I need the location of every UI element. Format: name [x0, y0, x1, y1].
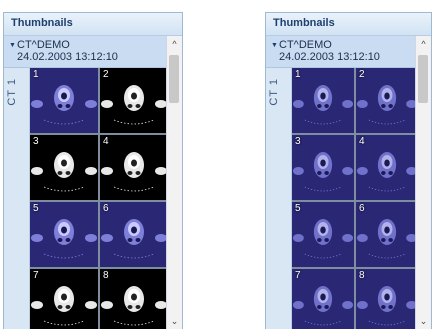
thumbnail-number: 1	[33, 69, 39, 80]
thumbnail-number: 5	[295, 203, 301, 214]
study-datetime: 24.02.2003 13:12:10	[279, 51, 380, 63]
series-label: CT 1	[268, 78, 280, 106]
thumbnails-panel-left: Thumbnails ▼ CT^DEMO 24.02.2003 13:12:10…	[3, 12, 183, 329]
scrollbar-thumb[interactable]	[418, 55, 428, 103]
thumbnail[interactable]: 1	[30, 68, 98, 133]
panel-title-bar: Thumbnails	[4, 13, 182, 36]
study-header[interactable]: ▼ CT^DEMO 24.02.2003 13:12:10	[266, 36, 417, 68]
collapse-arrow-icon[interactable]: ▼	[271, 42, 278, 49]
series-label: CT 1	[6, 78, 18, 106]
panel-title: Thumbnails	[273, 17, 335, 29]
thumbnail-grid: 1 2 3 4 5 6 7 8	[292, 68, 418, 329]
series-strip[interactable]: CT 1	[4, 68, 30, 329]
thumbnail[interactable]: 5	[292, 202, 354, 267]
study-datetime: 24.02.2003 13:12:10	[17, 51, 118, 63]
thumbnail[interactable]: 5	[30, 202, 98, 267]
collapse-arrow-icon[interactable]: ▼	[9, 42, 16, 49]
thumbnail[interactable]: 2	[100, 68, 168, 133]
thumbnail[interactable]: 6	[100, 202, 168, 267]
thumbnail-number: 3	[295, 136, 301, 147]
patient-name: CT^DEMO	[17, 39, 70, 51]
thumbnail-grid: 1 2 3 4 5 6 7 8	[30, 68, 168, 329]
thumbnail-number: 3	[33, 136, 39, 147]
vertical-scrollbar[interactable]: ^ ⌄	[415, 36, 431, 329]
thumbnail-number: 6	[359, 203, 365, 214]
thumbnails-panel-right: Thumbnails ▼ CT^DEMO 24.02.2003 13:12:10…	[265, 12, 432, 329]
thumbnail[interactable]: 2	[356, 68, 418, 133]
thumbnail[interactable]: 8	[100, 269, 168, 329]
thumbnail[interactable]: 7	[30, 269, 98, 329]
thumbnail-number: 2	[103, 69, 109, 80]
chevron-up-icon[interactable]: ^	[416, 36, 431, 52]
thumbnail-number: 8	[359, 270, 365, 281]
series-strip[interactable]: CT 1	[266, 68, 292, 329]
thumbnail[interactable]: 3	[30, 135, 98, 200]
thumbnail-number: 5	[33, 203, 39, 214]
thumbnail[interactable]: 3	[292, 135, 354, 200]
panel-title-bar: Thumbnails	[266, 13, 431, 36]
study-header[interactable]: ▼ CT^DEMO 24.02.2003 13:12:10	[4, 36, 168, 68]
thumbnail-number: 8	[103, 270, 109, 281]
scrollbar-thumb[interactable]	[169, 55, 179, 103]
chevron-down-icon[interactable]: ⌄	[167, 313, 182, 329]
panel-title: Thumbnails	[11, 17, 73, 29]
patient-name: CT^DEMO	[279, 39, 332, 51]
thumbnail[interactable]: 7	[292, 269, 354, 329]
thumbnail[interactable]: 1	[292, 68, 354, 133]
chevron-down-icon[interactable]: ⌄	[416, 313, 431, 329]
thumbnail-number: 1	[295, 69, 301, 80]
thumbnail-number: 7	[33, 270, 39, 281]
thumbnail-number: 4	[103, 136, 109, 147]
thumbnail-number: 7	[295, 270, 301, 281]
thumbnail[interactable]: 4	[100, 135, 168, 200]
thumbnail[interactable]: 6	[356, 202, 418, 267]
thumbnail-number: 6	[103, 203, 109, 214]
vertical-scrollbar[interactable]: ^ ⌄	[166, 36, 182, 329]
thumbnail[interactable]: 8	[356, 269, 418, 329]
thumbnail-number: 2	[359, 69, 365, 80]
thumbnail-number: 4	[359, 136, 365, 147]
thumbnail[interactable]: 4	[356, 135, 418, 200]
chevron-up-icon[interactable]: ^	[167, 36, 182, 52]
